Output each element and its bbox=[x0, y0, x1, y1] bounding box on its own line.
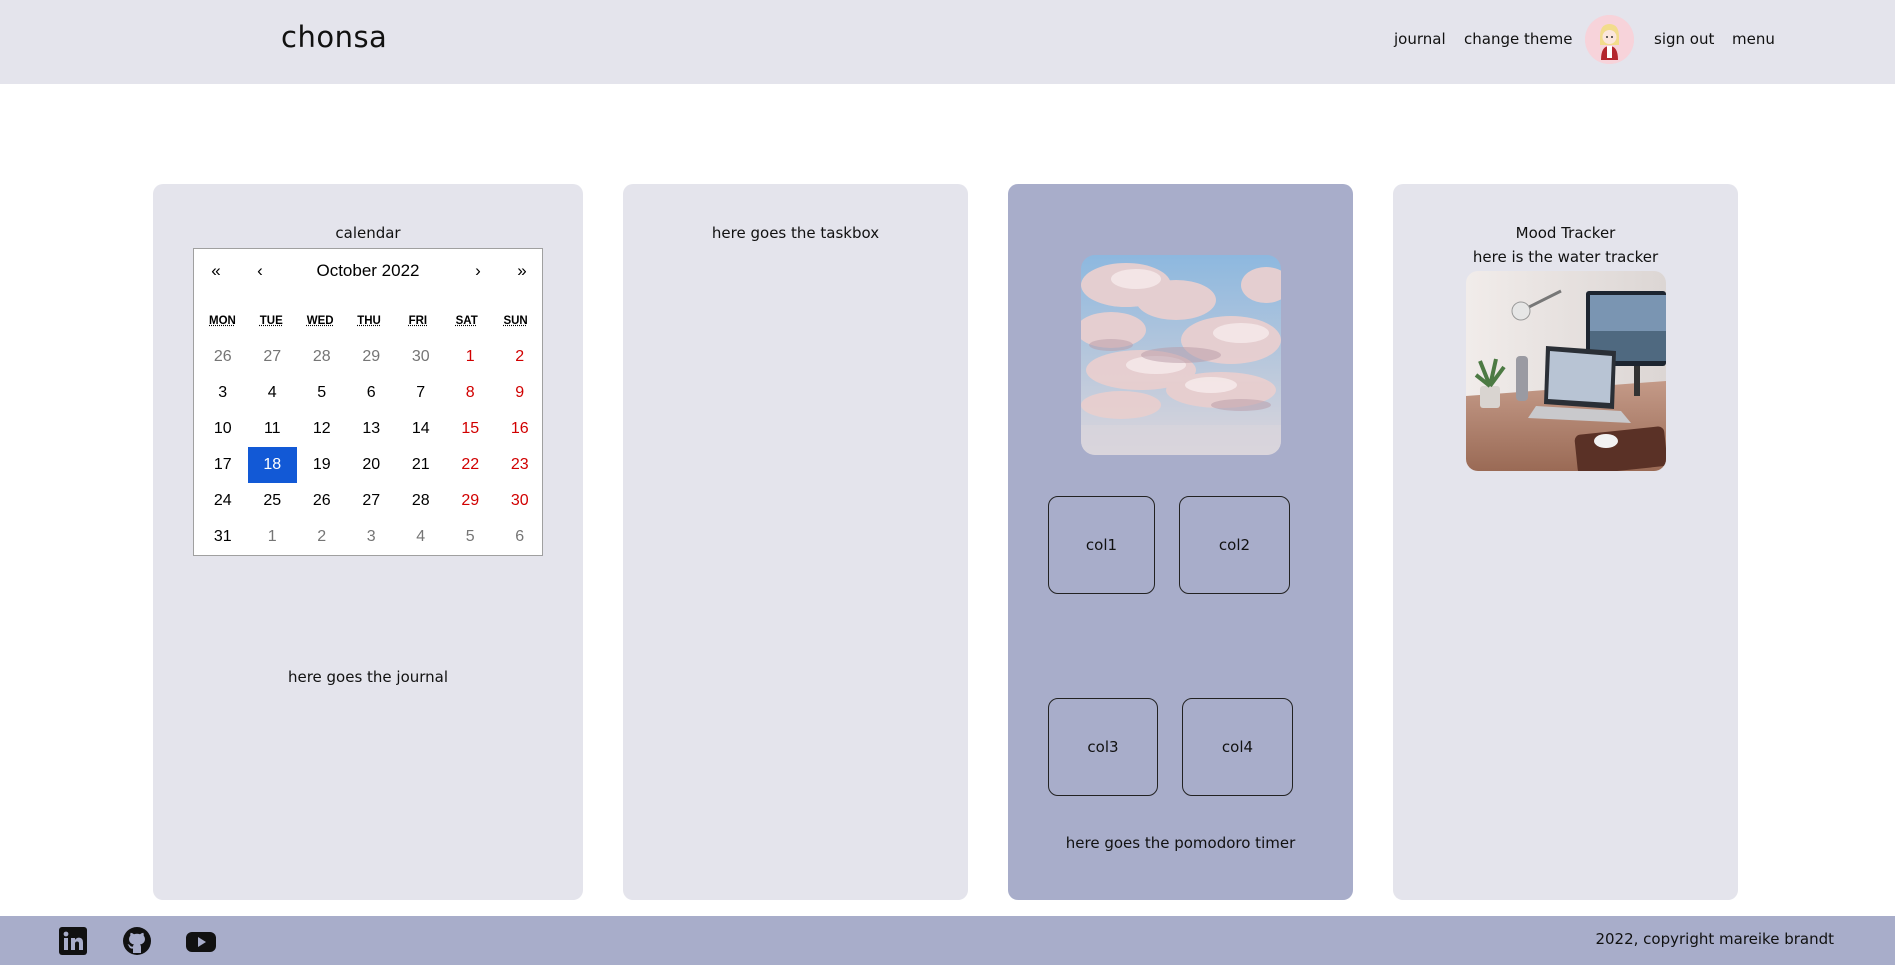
clouds-image bbox=[1081, 255, 1281, 455]
calendar-next-year-button[interactable]: » bbox=[508, 249, 536, 293]
calendar-day-selected[interactable]: 18 bbox=[247, 447, 297, 483]
calendar-weekday-row: MON TUE WED THU FRI SAT SUN bbox=[198, 315, 540, 327]
pomodoro-placeholder: here goes the pomodoro timer bbox=[1065, 834, 1296, 852]
calendar-day[interactable]: 7 bbox=[396, 375, 446, 411]
calendar-day[interactable]: 1 bbox=[446, 339, 496, 375]
weekday-label: WED bbox=[306, 315, 334, 327]
weekday-label: THU bbox=[357, 315, 381, 327]
col3-box[interactable]: col3 bbox=[1048, 698, 1158, 796]
col2-box[interactable]: col2 bbox=[1179, 496, 1290, 594]
calendar-day[interactable]: 6 bbox=[347, 375, 397, 411]
calendar-day[interactable]: 14 bbox=[396, 411, 446, 447]
water-tracker-label: here is the water tracker bbox=[1472, 248, 1659, 266]
weekday-label: TUE bbox=[259, 315, 283, 327]
calendar-day[interactable]: 3 bbox=[198, 375, 248, 411]
calendar-day[interactable]: 26 bbox=[297, 483, 347, 519]
weekday-label: SUN bbox=[503, 315, 528, 327]
weekday-label: FRI bbox=[408, 315, 428, 327]
calendar-day[interactable]: 30 bbox=[396, 339, 446, 375]
nav-menu-link[interactable]: menu bbox=[1732, 0, 1775, 78]
calendar-day[interactable]: 2 bbox=[297, 519, 347, 555]
calendar-day[interactable]: 21 bbox=[396, 447, 446, 483]
pomodoro-card: col1 col2 col3 col4 here goes the pomodo… bbox=[1008, 184, 1353, 900]
taskbox-card: here goes the taskbox bbox=[623, 184, 968, 900]
calendar-day[interactable]: 19 bbox=[297, 447, 347, 483]
youtube-icon[interactable] bbox=[185, 926, 216, 956]
calendar-day[interactable]: 5 bbox=[446, 519, 496, 555]
calendar-prev-year-button[interactable]: « bbox=[202, 249, 230, 293]
calendar-day[interactable]: 12 bbox=[297, 411, 347, 447]
taskbox-placeholder: here goes the taskbox bbox=[711, 224, 880, 242]
calendar-day[interactable]: 1 bbox=[248, 519, 298, 555]
calendar-next-month-button[interactable]: › bbox=[464, 249, 492, 293]
calendar-month-label[interactable]: October 2022 bbox=[288, 249, 448, 293]
calendar-day[interactable]: 31 bbox=[198, 519, 248, 555]
top-navbar: chonsa journal change theme sign out men… bbox=[0, 0, 1895, 84]
calendar-day[interactable]: 24 bbox=[198, 483, 248, 519]
calendar-day[interactable]: 17 bbox=[198, 447, 248, 483]
calendar-day[interactable]: 20 bbox=[347, 447, 397, 483]
nav-journal-link[interactable]: journal bbox=[1394, 0, 1446, 78]
user-avatar[interactable] bbox=[1585, 15, 1634, 64]
calendar-widget: « ‹ October 2022 › » MON TUE WED THU FRI… bbox=[193, 248, 543, 556]
calendar-day-grid: 26 27 28 29 30 1 2 3 4 5 6 7 8 9 10 11 1… bbox=[198, 339, 540, 555]
calendar-day[interactable]: 23 bbox=[495, 447, 545, 483]
journal-placeholder: here goes the journal bbox=[287, 668, 449, 686]
calendar-title: calendar bbox=[335, 224, 401, 242]
calendar-prev-month-button[interactable]: ‹ bbox=[246, 249, 274, 293]
calendar-day[interactable]: 27 bbox=[248, 339, 298, 375]
calendar-day[interactable]: 15 bbox=[446, 411, 496, 447]
nav-sign-out-link[interactable]: sign out bbox=[1654, 0, 1714, 78]
brand-logo[interactable]: chonsa bbox=[281, 20, 387, 54]
footer: 2022, copyright mareike brandt bbox=[0, 916, 1895, 965]
calendar-day[interactable]: 3 bbox=[347, 519, 397, 555]
calendar-day[interactable]: 2 bbox=[495, 339, 545, 375]
col4-box[interactable]: col4 bbox=[1182, 698, 1293, 796]
calendar-day[interactable]: 9 bbox=[495, 375, 545, 411]
calendar-day[interactable]: 8 bbox=[446, 375, 496, 411]
mood-tracker-card: Mood Tracker here is the water tracker bbox=[1393, 184, 1738, 900]
calendar-day[interactable]: 28 bbox=[297, 339, 347, 375]
calendar-journal-card: calendar « ‹ October 2022 › » MON TUE WE… bbox=[153, 184, 583, 900]
calendar-day[interactable]: 4 bbox=[248, 375, 298, 411]
calendar-day[interactable]: 5 bbox=[297, 375, 347, 411]
github-icon[interactable] bbox=[122, 926, 152, 956]
mood-tracker-title: Mood Tracker bbox=[1515, 224, 1616, 242]
calendar-day[interactable]: 29 bbox=[347, 339, 397, 375]
calendar-day[interactable]: 26 bbox=[198, 339, 248, 375]
calendar-day[interactable]: 10 bbox=[198, 411, 248, 447]
weekday-label: SAT bbox=[455, 315, 478, 327]
calendar-day[interactable]: 25 bbox=[248, 483, 298, 519]
col1-box[interactable]: col1 bbox=[1048, 496, 1155, 594]
weekday-label: MON bbox=[209, 315, 236, 327]
calendar-day[interactable]: 13 bbox=[347, 411, 397, 447]
calendar-day[interactable]: 30 bbox=[495, 483, 545, 519]
calendar-day[interactable]: 6 bbox=[495, 519, 545, 555]
calendar-day[interactable]: 29 bbox=[446, 483, 496, 519]
calendar-day[interactable]: 27 bbox=[347, 483, 397, 519]
calendar-day[interactable]: 16 bbox=[495, 411, 545, 447]
calendar-day[interactable]: 22 bbox=[446, 447, 496, 483]
desk-laptop-image bbox=[1466, 271, 1666, 471]
copyright-text: 2022, copyright mareike brandt bbox=[1595, 930, 1834, 948]
nav-change-theme-link[interactable]: change theme bbox=[1464, 0, 1572, 78]
calendar-day[interactable]: 11 bbox=[248, 411, 298, 447]
calendar-day[interactable]: 28 bbox=[396, 483, 446, 519]
linkedin-icon[interactable] bbox=[58, 926, 88, 956]
calendar-day[interactable]: 4 bbox=[396, 519, 446, 555]
